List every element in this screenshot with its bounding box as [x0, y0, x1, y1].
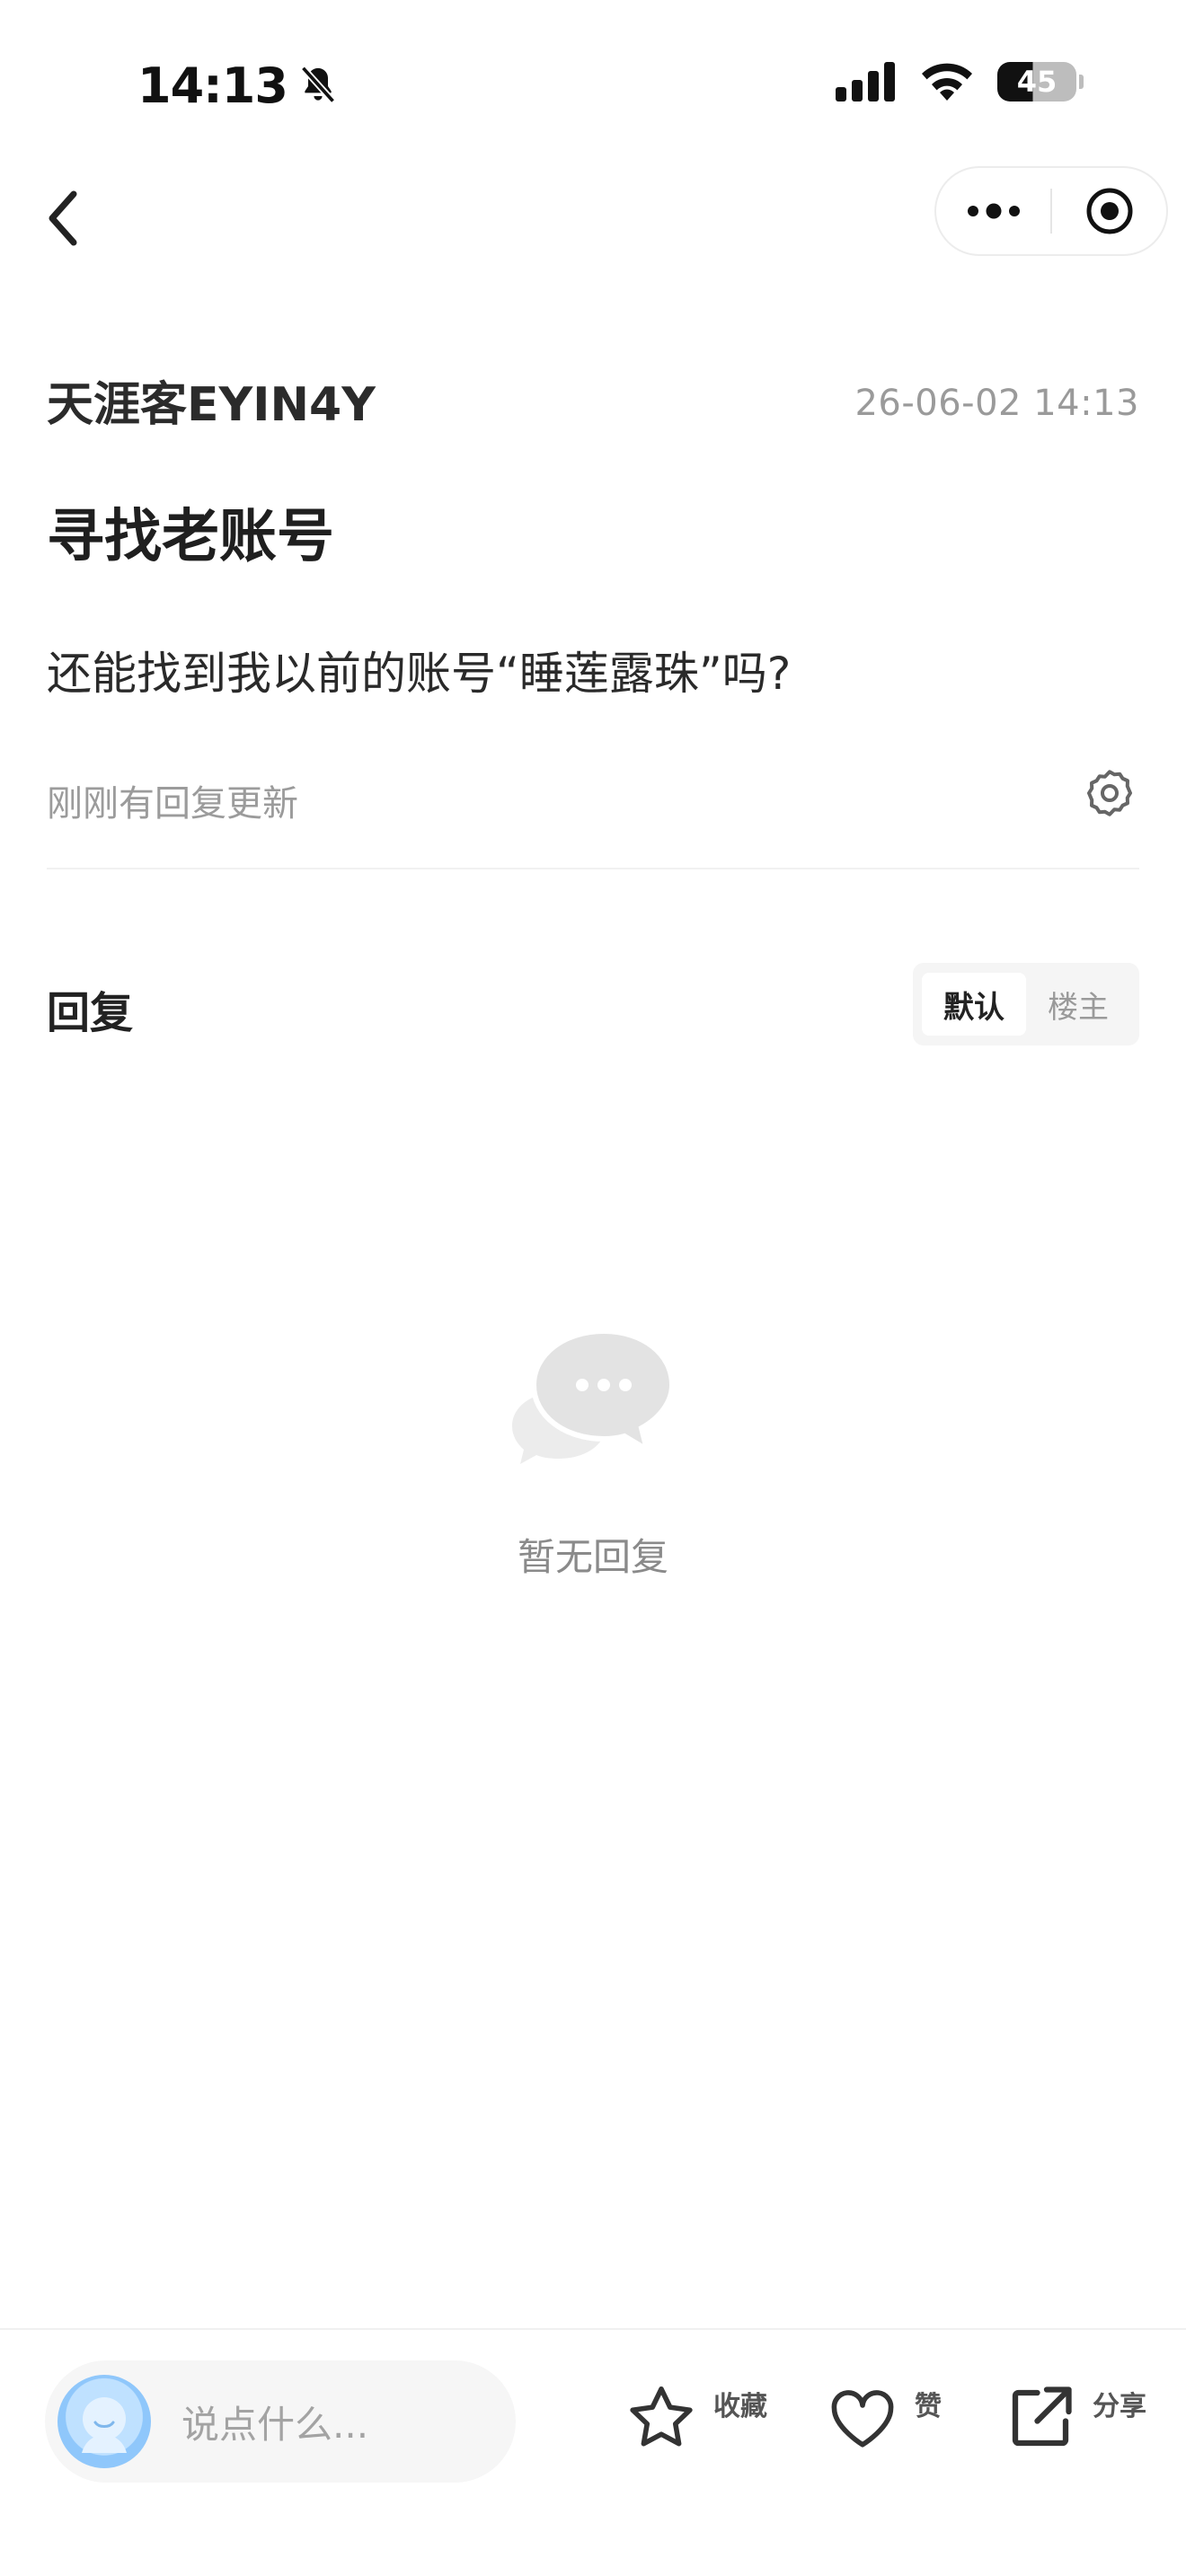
sort-op-only-option[interactable]: 楼主: [1026, 973, 1130, 1036]
avatar: [58, 2375, 151, 2468]
comment-placeholder: 说点什么...: [181, 2402, 369, 2447]
like-label: 赞: [915, 2391, 942, 2422]
status-bar-time: 14:13: [137, 57, 338, 114]
favorite-button[interactable]: 收藏: [624, 2380, 767, 2456]
replies-title: 回复: [47, 988, 134, 1038]
chat-bubbles-icon: [503, 1320, 683, 1464]
bottom-bar-divider: [0, 2328, 1186, 2330]
post-title: 寻找老账号: [47, 504, 334, 570]
back-chevron-icon: [49, 190, 77, 245]
battery-icon: 45: [997, 62, 1084, 101]
sort-default-option[interactable]: 默认: [922, 973, 1026, 1036]
reply-update-notice: 刚刚有回复更新: [47, 783, 298, 825]
battery-level: 45: [1016, 65, 1058, 99]
share-icon: [1012, 2386, 1072, 2447]
like-button[interactable]: 赞: [825, 2380, 942, 2456]
close-mini-program-button[interactable]: [1052, 168, 1166, 254]
share-label: 分享: [1093, 2391, 1146, 2422]
back-button[interactable]: [36, 184, 90, 251]
empty-replies-text: 暂无回复: [517, 1535, 668, 1579]
avatar-face-icon: [82, 2397, 127, 2453]
status-bar-right: 45: [836, 61, 1084, 102]
more-dots-icon: [967, 203, 1020, 219]
star-icon: [630, 2386, 693, 2447]
share-button[interactable]: 分享: [1003, 2380, 1146, 2456]
target-icon: [1086, 188, 1132, 234]
gear-icon: [1087, 770, 1132, 816]
settings-button[interactable]: [1083, 766, 1137, 820]
post-time: 26-06-02 14:13: [854, 383, 1139, 424]
bell-muted-icon: [300, 65, 336, 103]
signal-icon: [836, 62, 895, 101]
post-divider: [47, 868, 1139, 869]
mini-program-capsule: [934, 166, 1168, 256]
comment-input[interactable]: 说点什么...: [45, 2360, 516, 2483]
more-button[interactable]: [936, 168, 1050, 254]
post-author[interactable]: 天涯客EYIN4Y: [47, 366, 376, 434]
favorite-label: 收藏: [713, 2391, 767, 2422]
wifi-icon: [922, 63, 972, 101]
heart-icon: [831, 2390, 894, 2448]
status-time-text: 14:13: [137, 57, 288, 114]
post-body: 还能找到我以前的账号“睡莲露珠”吗?: [47, 648, 792, 700]
reply-sort-toggle: 默认 楼主: [913, 963, 1139, 1045]
